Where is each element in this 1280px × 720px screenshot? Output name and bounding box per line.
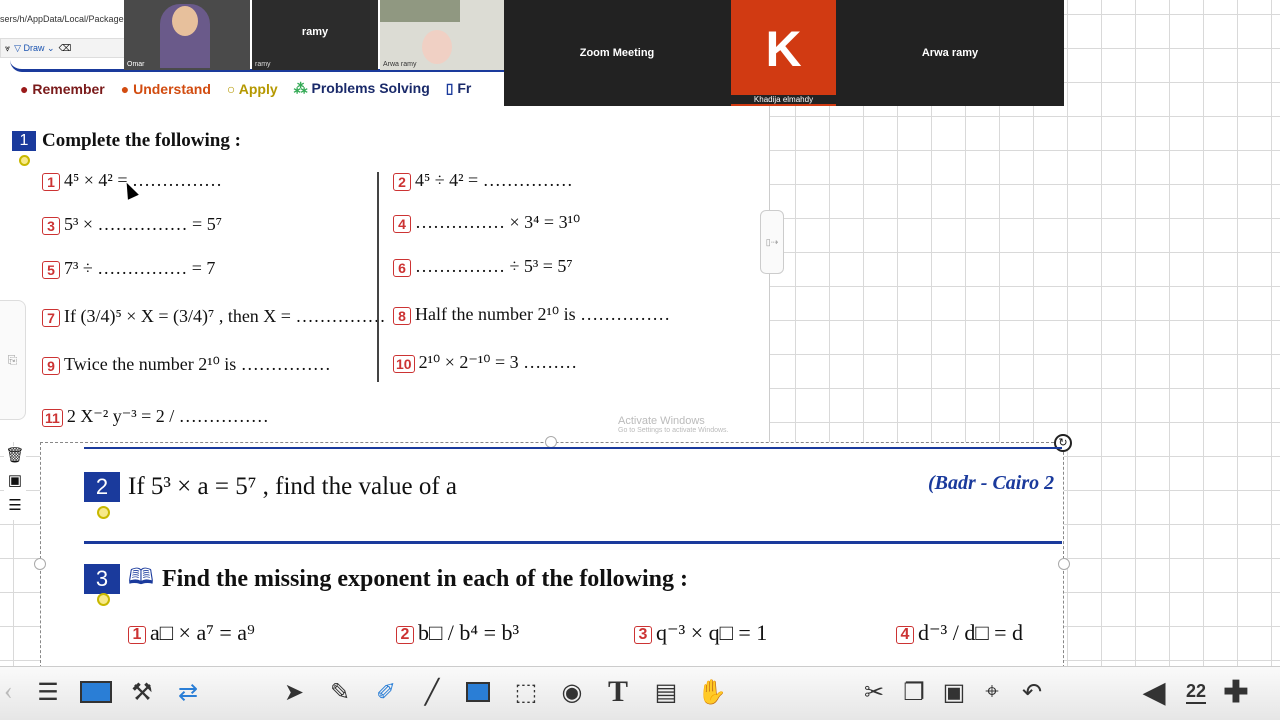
zoom-panel: Zoom Meeting K Khadija elmahdy Arwa ramy	[504, 0, 1064, 106]
hand-icon[interactable]: ✋	[694, 672, 730, 712]
q1-item-10: 10 2¹⁰ × 2⁻¹⁰ = 3 ………	[393, 352, 577, 373]
avatar-name: Khadija elmahdy	[731, 95, 836, 104]
screen-icon[interactable]	[78, 672, 114, 712]
page-number-label: 22	[1185, 681, 1207, 704]
target-icon[interactable]: ⌖	[974, 672, 1010, 712]
add-page-icon[interactable]: ✚	[1218, 672, 1254, 712]
khadija-tile[interactable]: K Khadija elmahdy	[731, 0, 836, 106]
selection-handle-left[interactable]	[34, 558, 46, 570]
path-bar: sers/h/AppData/Local/Packages/53	[0, 14, 130, 24]
face	[422, 30, 452, 64]
q3-item-3: 3 q⁻³ × q□ = 1	[634, 620, 767, 646]
q1-item-4: 4…………… × 3⁴ = 3¹⁰	[393, 212, 580, 233]
tools-icon[interactable]: ⚒	[124, 672, 160, 712]
q2-text: If 5³ × a = 5⁷ , find the value of a	[128, 473, 458, 500]
q3-item-1: 1 a□ × a⁷ = a⁹	[128, 620, 255, 646]
q3-title: Find the missing exponent in each of the…	[161, 565, 688, 592]
filter-icon[interactable]: ⩔	[5, 43, 10, 54]
legend-row: ● Remember ● Understand ○ Apply ⁂ Proble…	[20, 80, 504, 97]
q1-item-2: 2 4⁵ ÷ 4² = ……………	[393, 170, 573, 191]
apply-marker-q3	[97, 593, 110, 606]
legend-problems: ⁂ Problems Solving	[293, 80, 430, 96]
book-icon: 🕮	[128, 564, 154, 589]
cube-icon[interactable]: ⬚	[508, 672, 544, 712]
q1-item-5: 5 7³ ÷ …………… = 7	[42, 258, 215, 279]
q1-header: 1 Complete the following :	[12, 130, 241, 152]
activate-windows-watermark: Activate Windows Go to Settings to activ…	[618, 415, 729, 434]
undo-icon[interactable]: ↶	[1014, 672, 1050, 712]
selection-handle-right[interactable]	[1058, 558, 1070, 570]
q3-item-4: 4 d⁻³ / d□ = d	[896, 620, 1023, 646]
rotate-handle-icon[interactable]: ↻	[1054, 434, 1072, 452]
column-divider	[377, 172, 379, 382]
menu-icon[interactable]: ☰	[8, 496, 21, 515]
q1-item-8: 8 Half the number 2¹⁰ is ……………	[393, 304, 670, 325]
apply-marker-q2	[97, 506, 110, 519]
object-side-menu: 🗑 ▣ ☰	[4, 446, 26, 520]
participant-tile-omar[interactable]: Omar	[124, 0, 250, 70]
face	[172, 6, 198, 36]
q1-item-7: 7 If (3/4)⁵ × X = (3/4)⁷ , then X = ……………	[42, 306, 385, 327]
page-number[interactable]: 22	[1178, 672, 1214, 712]
trash-icon[interactable]: 🗑	[5, 446, 24, 465]
watermark-subtitle: Go to Settings to activate Windows.	[618, 427, 729, 434]
rectangle-icon[interactable]	[460, 672, 496, 712]
page-side-handle[interactable]: ▯⇢	[760, 210, 784, 274]
text-icon[interactable]: T	[600, 672, 636, 712]
spotlight-icon[interactable]: ◉	[554, 672, 590, 712]
line-icon[interactable]: ╱	[414, 672, 450, 712]
legend-understand: ● Understand	[120, 80, 211, 97]
q2-number: 2	[84, 472, 120, 502]
q2-top-rule	[84, 447, 1062, 449]
watermark-title: Activate Windows	[618, 415, 705, 427]
q1-title: Complete the following :	[42, 130, 241, 151]
cut-icon[interactable]: ✂	[856, 672, 892, 712]
toolbar-left-arrow[interactable]: ‹	[4, 676, 13, 706]
q1-item-6: 6…………… ÷ 5³ = 5⁷	[393, 256, 573, 277]
q2-source: (Badr - Cairo 2	[928, 472, 1055, 494]
q1-item-9: 9 Twice the number 2¹⁰ is ……………	[42, 354, 331, 375]
avatar-letter: K	[765, 21, 802, 77]
share-icon[interactable]: ⇄	[170, 672, 206, 712]
q1-item-11: 11 2 X⁻² y⁻³ = 2 / ……………	[42, 406, 269, 427]
participant-name: ramy	[255, 61, 271, 68]
prev-page-icon[interactable]: ◀	[1136, 672, 1172, 712]
apply-marker	[19, 155, 30, 166]
legend-fr: ▯ Fr	[445, 80, 472, 96]
menu-icon[interactable]: ☰	[30, 672, 66, 712]
q1-item-3: 3 5³ × …………… = 5⁷	[42, 214, 222, 235]
draw-label: Draw	[23, 42, 45, 53]
left-panel-handle[interactable]: ⎘	[0, 300, 26, 420]
q2-row: 2 If 5³ × a = 5⁷ , find the value of a	[84, 472, 457, 502]
plant-decor	[380, 0, 460, 22]
eraser-icon[interactable]: ⌫	[59, 43, 72, 54]
arwa-ramy-tile[interactable]: Arwa ramy	[836, 0, 1064, 106]
legend-apply: ○ Apply	[226, 80, 278, 97]
q1-number: 1	[12, 131, 36, 151]
copy-page-icon[interactable]: ❐	[896, 672, 932, 712]
participant-name: Omar	[127, 61, 145, 68]
zoom-meeting-tile[interactable]: Zoom Meeting	[504, 0, 730, 106]
notes-icon[interactable]: ▤	[648, 672, 684, 712]
participant-tile-ramy[interactable]: ramy ramy	[252, 0, 378, 70]
pointer-icon[interactable]: ➤	[276, 672, 312, 712]
draw-toolbar: ⩔ ▽ Draw ⌄ ⌫	[0, 38, 125, 58]
paste-icon[interactable]: ▣	[936, 672, 972, 712]
q3-row: 3 🕮 Find the missing exponent in each of…	[84, 560, 688, 598]
q3-item-2: 2 b□ / b⁴ = b³	[396, 620, 519, 646]
copy-icon[interactable]: ▣	[8, 471, 22, 490]
q3-top-rule	[84, 541, 1062, 544]
participant-center-name: ramy	[301, 26, 329, 38]
participant-tile-arwa[interactable]: Arwa ramy	[380, 0, 504, 70]
participant-name: Arwa ramy	[383, 61, 417, 68]
draw-tool-button[interactable]: ▽ Draw ⌄	[14, 43, 54, 54]
q3-number: 3	[84, 564, 120, 594]
pen-icon[interactable]: ✎	[322, 672, 358, 712]
legend-remember: ● Remember	[20, 80, 105, 97]
highlighter-icon[interactable]: ✐	[368, 672, 404, 712]
